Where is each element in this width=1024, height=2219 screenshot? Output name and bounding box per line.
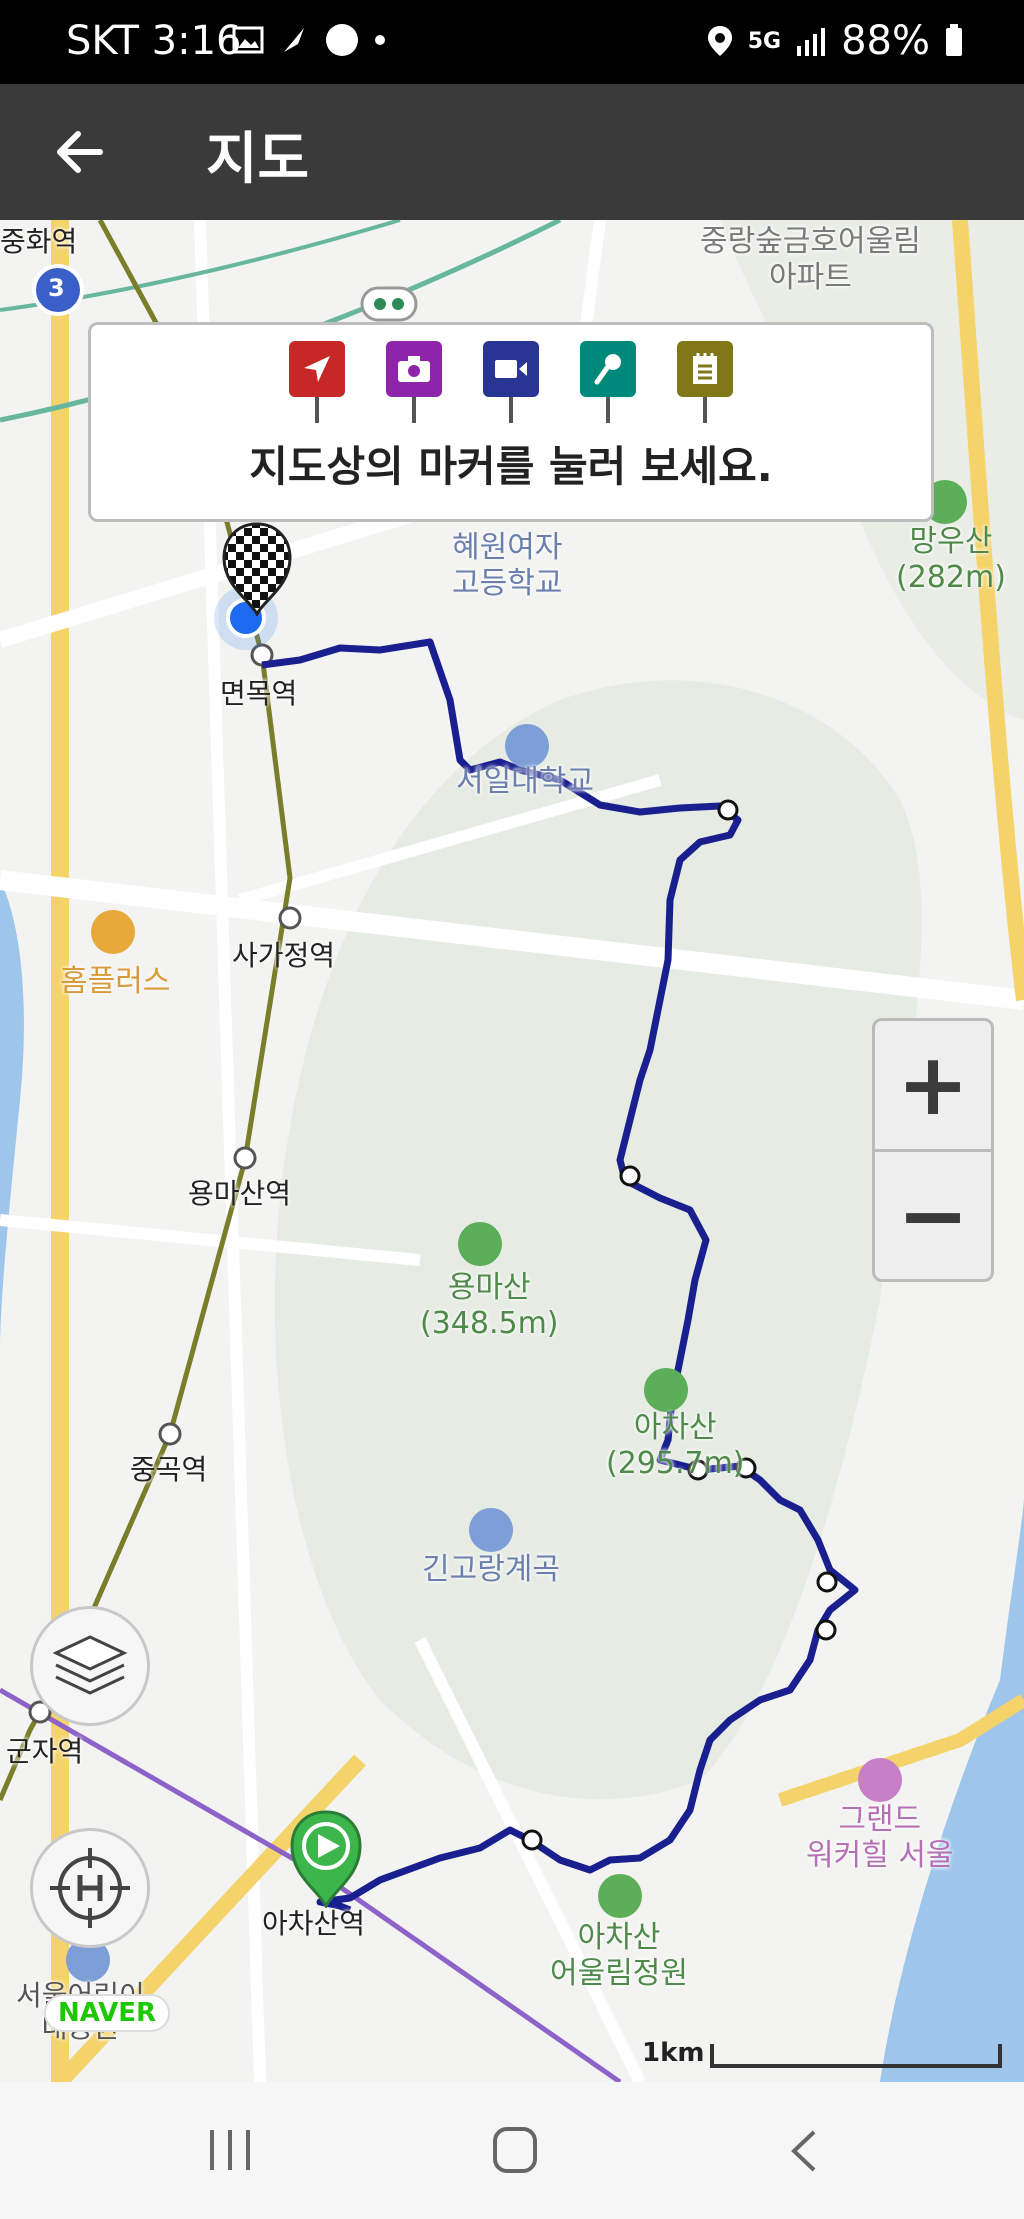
achasan-garden-label: 아차산 어울림정원: [550, 1920, 688, 1992]
apartment-label-line1: 중랑숲금호어울림: [700, 224, 921, 259]
garden-label-line1: 아차산: [577, 1920, 661, 1955]
home-location-button[interactable]: [30, 1828, 150, 1948]
yongmasan-label-line1: 용마산: [447, 1270, 531, 1305]
layers-icon: [52, 1635, 128, 1695]
video-camera-icon: [495, 360, 527, 378]
page-title: 지도: [206, 127, 310, 192]
finish-flag-marker[interactable]: [220, 520, 294, 616]
achasan-label-line2: (295.7m): [606, 1446, 745, 1481]
achasan-peak-label: 아차산 (295.7m): [606, 1410, 745, 1482]
status-bar: SKT 3:16 5G 88%: [0, 0, 1024, 84]
scale-label: 1km: [642, 2038, 705, 2068]
status-right: 5G 88%: [706, 18, 964, 64]
video-marker-pin[interactable]: [483, 341, 539, 427]
voice-marker-pin[interactable]: [580, 341, 636, 427]
yongmasan-peak-label: 용마산 (348.5m): [420, 1270, 559, 1342]
battery-icon: [946, 24, 962, 56]
status-time: SKT 3:16: [66, 18, 242, 64]
grand-walkerhill-label: 그랜드 워커힐 서울: [806, 1802, 954, 1874]
zoom-control: + −: [872, 1018, 994, 1282]
hyewon-label-line2: 고등학교: [452, 566, 563, 601]
marker-hint-text: 지도상의 마커를 눌러 보세요.: [249, 442, 773, 491]
signal-icon: [797, 28, 826, 56]
junggok-station-label: 중곡역: [130, 1453, 208, 1486]
dot-icon: [375, 35, 385, 45]
layers-button[interactable]: [30, 1606, 150, 1726]
feather-icon: [284, 28, 304, 52]
grand-label-line2: 워커힐 서울: [806, 1838, 954, 1873]
yongmasan-label-line2: (348.5m): [420, 1306, 559, 1341]
gallery-icon: [232, 26, 264, 54]
zoom-in-button[interactable]: +: [875, 1021, 991, 1149]
apartment-label: 중랑숲금호어울림 아파트: [700, 224, 921, 296]
mangu-label-line1: 망우산: [909, 524, 993, 559]
back-arrow-icon[interactable]: [50, 122, 110, 182]
garden-label-line2: 어울림정원: [550, 1956, 688, 1991]
yogiyo-icon: [326, 24, 358, 56]
home-icon[interactable]: [492, 2126, 538, 2174]
home-location-icon: [50, 1848, 130, 1928]
junghwa-station-label: 중화역: [0, 225, 78, 258]
scale-bar: [710, 2044, 1002, 2068]
network-type: 5G: [747, 28, 782, 54]
location-icon: [707, 26, 732, 56]
camera-icon: [398, 356, 430, 382]
grand-label-line1: 그랜드: [838, 1802, 922, 1837]
gunja-station-label: 군자역: [6, 1735, 84, 1768]
achasan-label-line1: 아차산: [633, 1410, 717, 1445]
recent-apps-icon[interactable]: [206, 2128, 254, 2172]
marker-legend-row: [91, 341, 931, 427]
marker-legend-box: 지도상의 마커를 눌러 보세요.: [88, 322, 934, 522]
system-nav-bar: [0, 2082, 1024, 2219]
myeonmok-station-label: 면목역: [220, 677, 298, 710]
photo-marker-pin[interactable]: [386, 341, 442, 427]
notification-icons: [232, 22, 386, 58]
seoil-univ-label: 서일대학교: [456, 764, 594, 799]
zoom-out-button[interactable]: −: [875, 1152, 991, 1280]
note-marker-pin[interactable]: [677, 341, 733, 427]
manguasan-label: 망우산 (282m): [896, 524, 1006, 596]
naver-logo: NAVER: [44, 1994, 171, 2032]
location-marker-pin[interactable]: [289, 341, 345, 427]
app-bar: 지도: [0, 84, 1024, 220]
line-3-badge: 3: [48, 274, 65, 302]
hyewon-school-label: 혜원여자 고등학교: [452, 530, 562, 602]
sagajeong-station-label: 사가정역: [232, 939, 336, 972]
notepad-icon: [693, 353, 717, 384]
start-play-marker[interactable]: [288, 1808, 364, 1908]
achasan-station-label: 아차산역: [262, 1907, 366, 1940]
hyewon-label-line1: 혜원여자: [452, 530, 563, 565]
mangu-label-line2: (282m): [896, 560, 1006, 595]
apartment-label-line2: 아파트: [769, 260, 852, 295]
yongmasan-station-label: 용마산역: [188, 1177, 292, 1210]
homeplus-label: 홈플러스: [60, 964, 171, 999]
navigation-arrow-icon: [304, 356, 330, 382]
back-icon[interactable]: [786, 2128, 820, 2174]
microphone-icon: [594, 354, 621, 385]
gingorang-valley-label: 긴고랑계곡: [422, 1552, 560, 1587]
battery-level: 88%: [841, 18, 930, 64]
